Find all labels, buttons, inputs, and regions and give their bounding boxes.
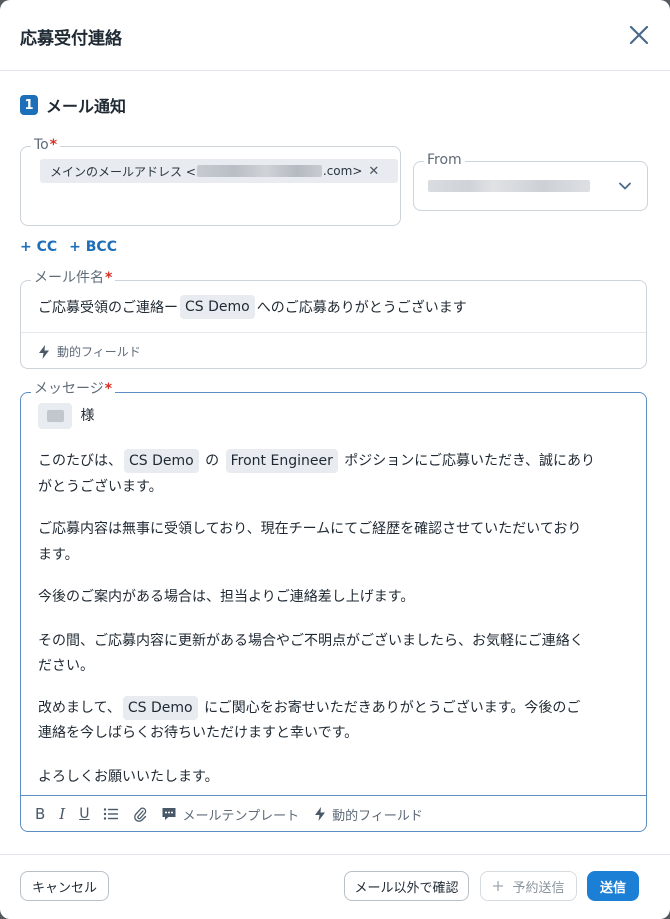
paragraph-2: ご応募内容は無事に受領しており、現在チームにてご経歴を確認させていただいており [38, 521, 582, 537]
chip-label-suffix: .com> [322, 164, 363, 178]
dynamic-field-label: 動的フィールド [332, 808, 423, 824]
underline-button[interactable]: U [79, 806, 89, 822]
divider [21, 332, 646, 333]
email-template-label: メールテンプレート [182, 808, 300, 824]
message-label-text: メッセージ [34, 381, 104, 397]
redacted-name [38, 403, 72, 429]
schedule-send-label: 予約送信 [512, 880, 565, 896]
recipient-chip: メインのメールアドレス < .com> ✕ [40, 159, 398, 183]
underline-icon: U [79, 806, 90, 822]
section-title: メール通知 [46, 97, 127, 116]
subject-text: ご応募受領のご連絡ー CS Demo へのご応募ありがとうございます [38, 294, 467, 320]
closing-line: よろしくお願いいたします。 [38, 769, 219, 785]
to-label: To* [31, 137, 61, 153]
text: にご関心をお寄せいただきありがとうございます。今後のご [204, 700, 581, 716]
text: の [205, 453, 220, 469]
email-template-button[interactable]: メールテンプレート [161, 805, 299, 824]
text: このたびは、 [38, 453, 122, 469]
redacted-email [196, 165, 322, 177]
message-label: メッセージ* [31, 381, 116, 397]
paragraph-4-line-2: ださい。 [38, 658, 94, 674]
paragraph-3: 今後のご案内がある場合は、担当よりご連絡差し上げます。 [38, 589, 415, 605]
dialog-footer: キャンセル メール以外で確認 予約送信 送信 [0, 854, 670, 919]
paragraph-1: このたびは、 CS Demo の Front Engineer ポジションにご応募… [38, 449, 595, 473]
required-mark: * [49, 137, 58, 153]
paragraph-1-line-2: がとうございます。 [38, 479, 163, 495]
paragraph-4: その間、ご応募内容に更新がある場合やご不明点がございましたら、お気軽にご連絡く [38, 633, 584, 649]
bold-button[interactable]: B [35, 805, 45, 823]
greeting-line: 様 [38, 403, 94, 429]
bullet-list-icon [104, 808, 119, 820]
confirm-other-button[interactable]: メール以外で確認 [344, 871, 469, 901]
subject-label: メール件名* [31, 270, 116, 286]
subject-dynamic-field-button[interactable]: 動的フィールド [37, 343, 141, 360]
plus-icon [493, 881, 504, 891]
honorific: 様 [80, 408, 95, 424]
add-bcc-link[interactable]: + BCC [69, 239, 117, 255]
cancel-button[interactable]: キャンセル [20, 871, 109, 901]
to-field[interactable]: メインのメールアドレス < .com> ✕ [20, 146, 401, 226]
message-dynamic-field-button[interactable]: 動的フィールド [313, 805, 423, 824]
position-tag: Front Engineer [225, 449, 338, 473]
chevron-down-icon[interactable] [617, 178, 633, 194]
text: 改めまして、 [38, 700, 121, 716]
message-editor[interactable]: 様 このたびは、 CS Demo の Front Engineer ポジションにご… [20, 392, 647, 832]
close-icon [629, 25, 649, 45]
italic-button[interactable]: I [59, 805, 65, 823]
email-dialog: 応募受付連絡 1 メール通知 メインのメールアドレス < .com> ✕ To*… [0, 0, 670, 919]
bold-icon: B [35, 805, 46, 823]
divider [21, 795, 646, 796]
company-tag: CS Demo [122, 696, 198, 720]
lightning-icon [315, 807, 326, 821]
step-number-badge: 1 [20, 95, 38, 115]
close-button[interactable] [626, 22, 652, 48]
add-cc-link[interactable]: + CC [20, 239, 57, 255]
bullet-list-button[interactable] [103, 807, 119, 821]
editor-toolbar: B I U メールテンプレート 動的フィールド [35, 803, 437, 825]
required-mark: * [105, 270, 113, 286]
paragraph-5: 改めまして、 CS Demo にご関心をお寄せいただきありがとうございます。今後の… [38, 696, 580, 720]
attach-button[interactable] [133, 806, 147, 822]
paragraph-5-line-2: 連絡を今しばらくお待ちいただけますと幸いです。 [38, 725, 359, 741]
text: ポジションにご応募いただき、誠にあり [344, 453, 596, 469]
chat-template-icon [162, 808, 176, 820]
from-select[interactable] [413, 161, 648, 211]
lightning-icon [39, 344, 49, 359]
chip-label-prefix: メインのメールアドレス < [50, 164, 196, 179]
dynamic-field-label: 動的フィールド [57, 345, 141, 359]
dialog-header: 応募受付連絡 [0, 0, 670, 71]
company-tag: CS Demo [124, 449, 199, 473]
from-label: From [424, 152, 465, 168]
subject-field[interactable]: ご応募受領のご連絡ー CS Demo へのご応募ありがとうございます 動的フィー… [20, 280, 647, 369]
subject-label-text: メール件名 [34, 270, 104, 286]
schedule-send-button[interactable]: 予約送信 [480, 871, 577, 901]
remove-chip-icon[interactable]: ✕ [368, 164, 379, 179]
cc-bcc-links: + CC + BCC [20, 239, 129, 255]
send-button[interactable]: 送信 [587, 871, 639, 901]
company-tag: CS Demo [180, 295, 255, 319]
paragraph-2-line-2: ます。 [38, 547, 79, 563]
to-label-text: To [34, 137, 49, 153]
required-mark: * [104, 381, 113, 397]
dialog-title: 応募受付連絡 [20, 29, 122, 49]
subject-prefix: ご応募受領のご連絡ー [38, 300, 178, 316]
paperclip-icon [134, 807, 147, 822]
redacted-from-value [428, 180, 590, 192]
italic-icon: I [59, 805, 66, 823]
section-heading: 1 メール通知 [20, 94, 126, 116]
subject-suffix: へのご応募ありがとうございます [256, 300, 467, 316]
